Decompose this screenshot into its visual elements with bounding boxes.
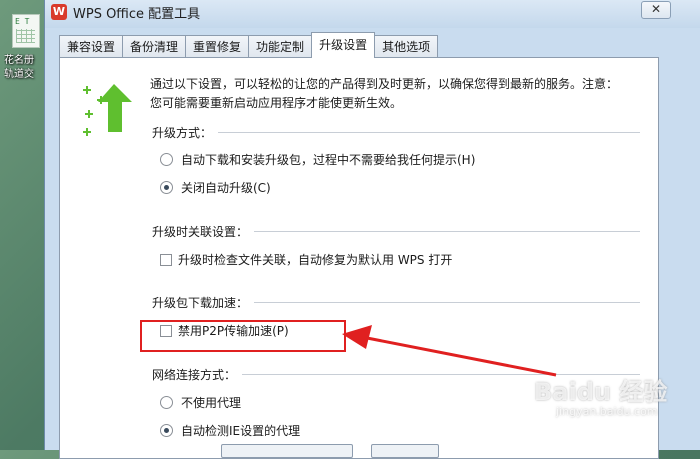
radio-auto-download[interactable]: 自动下载和安装升级包，过程中不需要给我任何提示(H) — [160, 151, 475, 168]
checkbox-file-association[interactable]: 升级时检查文件关联，自动修复为默认用 WPS 打开 — [160, 251, 452, 268]
section-divider — [254, 302, 640, 303]
desktop-file-label-line2: 轨道交 — [4, 69, 34, 80]
tab-bar: 兼容设置 备份清理 重置修复 功能定制 升级设置 其他选项 — [59, 32, 439, 58]
tab-reset-repair[interactable]: 重置修复 — [185, 35, 250, 58]
radio-no-proxy-label: 不使用代理 — [181, 396, 242, 410]
network-heading-text: 网络连接方式： — [152, 368, 237, 382]
spreadsheet-icon: E T — [12, 14, 40, 48]
tab-upgrade-settings[interactable]: 升级设置 — [311, 32, 376, 58]
desktop-file-icon[interactable]: E T 花名册 轨道交 — [4, 14, 44, 94]
title-bar[interactable]: W WPS Office 配置工具 ✕ — [45, 0, 700, 28]
intro-line-1: 通过以下设置，可以轻松的让您的产品得到及时更新，以确保您得到最新的服务。注意： — [150, 77, 619, 91]
radio-button-selected[interactable] — [160, 424, 173, 437]
section-divider — [218, 132, 640, 133]
checkbox-file-association-label: 升级时检查文件关联，自动修复为默认用 WPS 打开 — [178, 253, 453, 267]
radio-disable-auto-upgrade-label: 关闭自动升级(C) — [181, 181, 271, 195]
radio-button-selected[interactable] — [160, 181, 173, 194]
upgrade-mode-heading: 升级方式： — [152, 124, 640, 141]
intro-text: 通过以下设置，可以轻松的让您的产品得到及时更新，以确保您得到最新的服务。注意： … — [150, 75, 640, 113]
annotation-highlight-box — [140, 320, 346, 352]
baidu-jingyan-watermark: Baidu 经验 jingyan.baidu.com — [534, 372, 684, 432]
tab-feature-custom[interactable]: 功能定制 — [248, 35, 313, 58]
checkbox[interactable] — [160, 253, 172, 266]
download-accel-heading: 升级包下载加速： — [152, 294, 640, 311]
watermark-brand: Baidu 经验 — [534, 378, 668, 406]
radio-auto-download-label: 自动下载和安装升级包，过程中不需要给我任何提示(H) — [181, 153, 476, 167]
dialog-button[interactable] — [221, 444, 353, 458]
radio-button[interactable] — [160, 153, 173, 166]
association-heading: 升级时关联设置： — [152, 223, 640, 240]
radio-ie-proxy[interactable]: 自动检测IE设置的代理 — [160, 422, 300, 439]
download-accel-heading-text: 升级包下载加速： — [152, 296, 249, 310]
upgrade-arrow-icon — [83, 84, 132, 136]
radio-button[interactable] — [160, 396, 173, 409]
dialog-button[interactable] — [371, 444, 439, 458]
close-button[interactable]: ✕ — [641, 1, 671, 19]
intro-line-2: 您可能需要重新启动应用程序才能使更新生效。 — [150, 96, 403, 110]
tab-compatibility[interactable]: 兼容设置 — [59, 35, 124, 58]
wps-app-icon: W — [51, 4, 67, 20]
section-divider — [254, 231, 640, 232]
desktop-file-label: 花名册 轨道交 — [4, 54, 48, 82]
upgrade-mode-heading-text: 升级方式： — [152, 126, 213, 140]
radio-ie-proxy-label: 自动检测IE设置的代理 — [181, 424, 301, 438]
desktop-file-label-line1: 花名册 — [4, 55, 34, 66]
spreadsheet-badge: E T — [15, 17, 30, 26]
radio-disable-auto-upgrade[interactable]: 关闭自动升级(C) — [160, 179, 271, 196]
tab-backup-cleanup[interactable]: 备份清理 — [122, 35, 187, 58]
tab-other-options[interactable]: 其他选项 — [374, 35, 439, 58]
window-title: WPS Office 配置工具 — [73, 7, 201, 22]
radio-no-proxy[interactable]: 不使用代理 — [160, 394, 241, 411]
association-heading-text: 升级时关联设置： — [152, 225, 249, 239]
spreadsheet-grid — [16, 29, 35, 43]
